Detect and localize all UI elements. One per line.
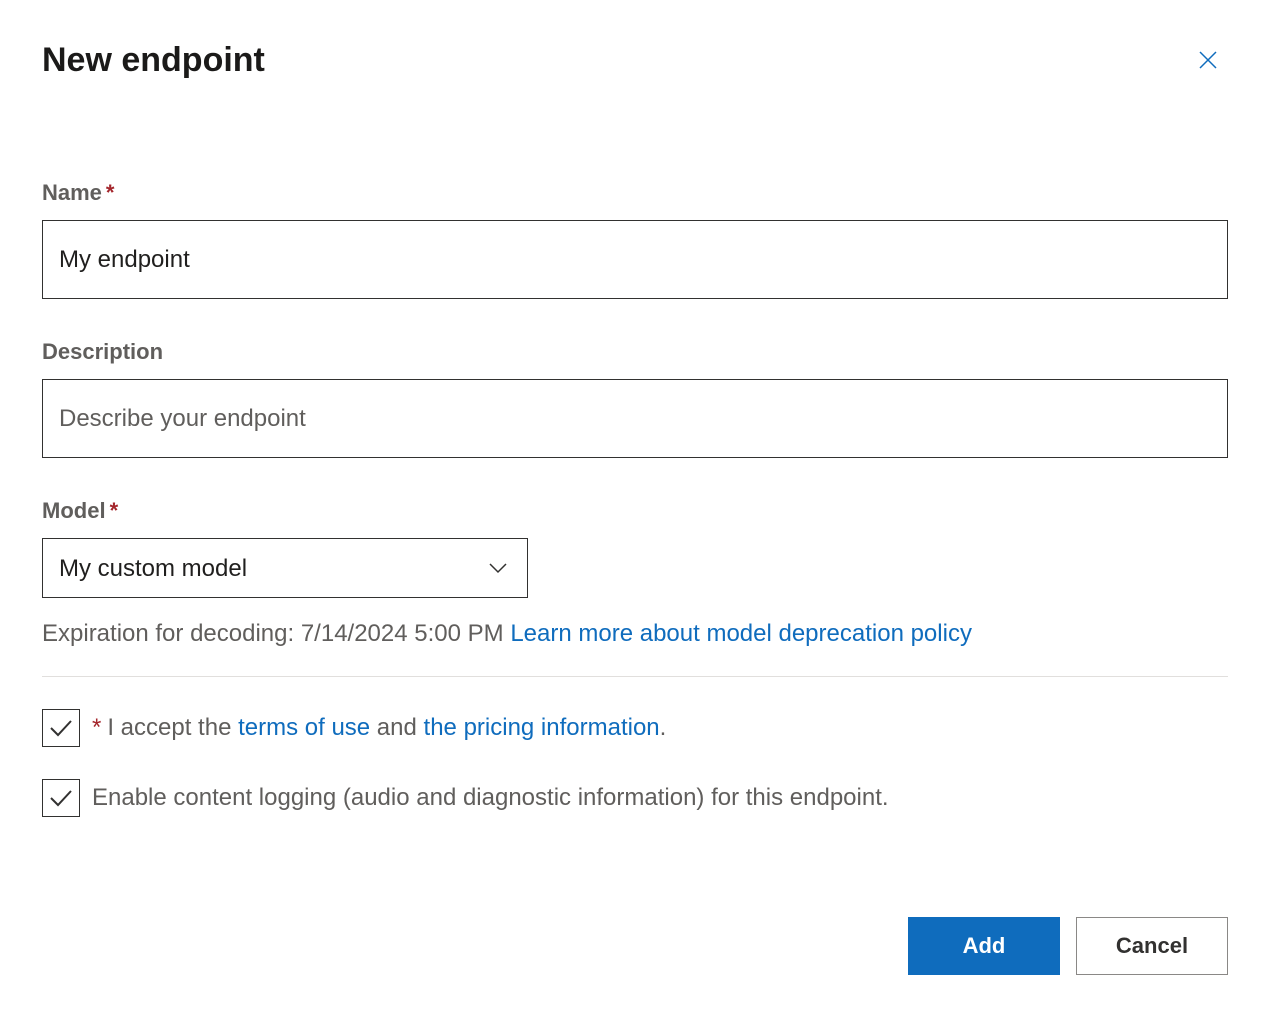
cancel-button[interactable]: Cancel (1076, 917, 1228, 975)
close-icon (1196, 48, 1220, 72)
add-button[interactable]: Add (908, 917, 1060, 975)
required-indicator: * (106, 180, 115, 205)
model-select[interactable]: My custom model (42, 538, 528, 598)
required-indicator: * (110, 498, 119, 523)
modal-title: New endpoint (42, 41, 265, 80)
terms-checkbox[interactable] (42, 709, 80, 747)
checkmark-icon (48, 788, 74, 808)
description-label: Description (42, 339, 1228, 365)
close-button[interactable] (1188, 40, 1228, 80)
checkmark-icon (48, 718, 74, 738)
model-label: Model* (42, 498, 1228, 524)
terms-of-use-link[interactable]: terms of use (238, 714, 370, 741)
deprecation-policy-link[interactable]: Learn more about model deprecation polic… (510, 620, 972, 647)
terms-label: *I accept the terms of use and the prici… (92, 714, 666, 742)
expiration-info: Expiration for decoding: 7/14/2024 5:00 … (42, 620, 1228, 677)
logging-label: Enable content logging (audio and diagno… (92, 784, 889, 812)
pricing-info-link[interactable]: the pricing information (424, 714, 660, 741)
name-label: Name* (42, 180, 1228, 206)
description-input[interactable] (42, 379, 1228, 458)
required-indicator: * (92, 714, 101, 741)
logging-checkbox[interactable] (42, 779, 80, 817)
name-input[interactable] (42, 220, 1228, 299)
